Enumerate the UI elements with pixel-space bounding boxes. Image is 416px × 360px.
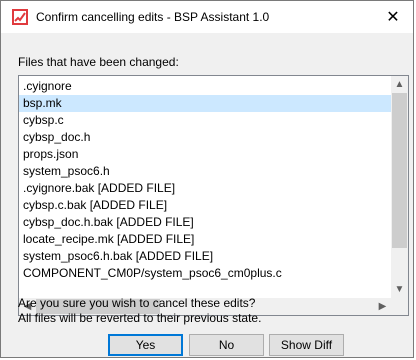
app-icon	[12, 9, 28, 25]
files-listbox[interactable]: .cyignore bsp.mk cybsp.c cybsp_doc.h props.j…	[18, 75, 409, 316]
list-item[interactable]: system_psoc6.h	[19, 163, 392, 180]
scroll-down-icon[interactable]: ▼	[391, 281, 408, 298]
scroll-up-icon[interactable]: ▲	[391, 76, 408, 93]
title-bar[interactable]: Confirm cancelling edits - BSP Assistant…	[1, 1, 413, 33]
list-item[interactable]: cybsp_doc.h	[19, 129, 392, 146]
scrollbar-corner	[391, 298, 408, 315]
list-item[interactable]: bsp.mk	[19, 95, 392, 112]
confirm-message: Are you sure you wish to cancel these ed…	[18, 296, 261, 326]
list-item[interactable]: cybsp.c	[19, 112, 392, 129]
vertical-scroll-thumb[interactable]	[392, 93, 407, 248]
list-item[interactable]: cybsp_doc.h.bak [ADDED FILE]	[19, 214, 392, 231]
files-list: .cyignore bsp.mk cybsp.c cybsp_doc.h props.j…	[19, 78, 392, 282]
dialog-content: Files that have been changed: .cyignore b…	[1, 33, 413, 357]
list-item[interactable]: locate_recipe.mk [ADDED FILE]	[19, 231, 392, 248]
confirm-message-line1: Are you sure you wish to cancel these ed…	[18, 296, 256, 310]
dialog-window: Confirm cancelling edits - BSP Assistant…	[0, 0, 414, 358]
confirm-message-line2: All files will be reverted to their prev…	[18, 311, 262, 325]
yes-button[interactable]: Yes	[108, 334, 183, 356]
vertical-scrollbar[interactable]: ▲ ▼	[391, 76, 408, 298]
list-item[interactable]: .cyignore	[19, 78, 392, 95]
list-item[interactable]: props.json	[19, 146, 392, 163]
list-item[interactable]: .cyignore.bak [ADDED FILE]	[19, 180, 392, 197]
list-item[interactable]: system_psoc6.h.bak [ADDED FILE]	[19, 248, 392, 265]
close-icon: ✕	[386, 9, 400, 26]
list-item[interactable]: cybsp.c.bak [ADDED FILE]	[19, 197, 392, 214]
close-button[interactable]: ✕	[373, 1, 413, 33]
no-button[interactable]: No	[189, 334, 264, 356]
files-label: Files that have been changed:	[18, 55, 179, 69]
scroll-right-icon[interactable]: ▶	[374, 298, 391, 315]
list-item[interactable]: COMPONENT_CM0P/system_psoc6_cm0plus.c	[19, 265, 392, 282]
window-title: Confirm cancelling edits - BSP Assistant…	[36, 10, 270, 24]
show-diff-button[interactable]: Show Diff	[269, 334, 344, 356]
